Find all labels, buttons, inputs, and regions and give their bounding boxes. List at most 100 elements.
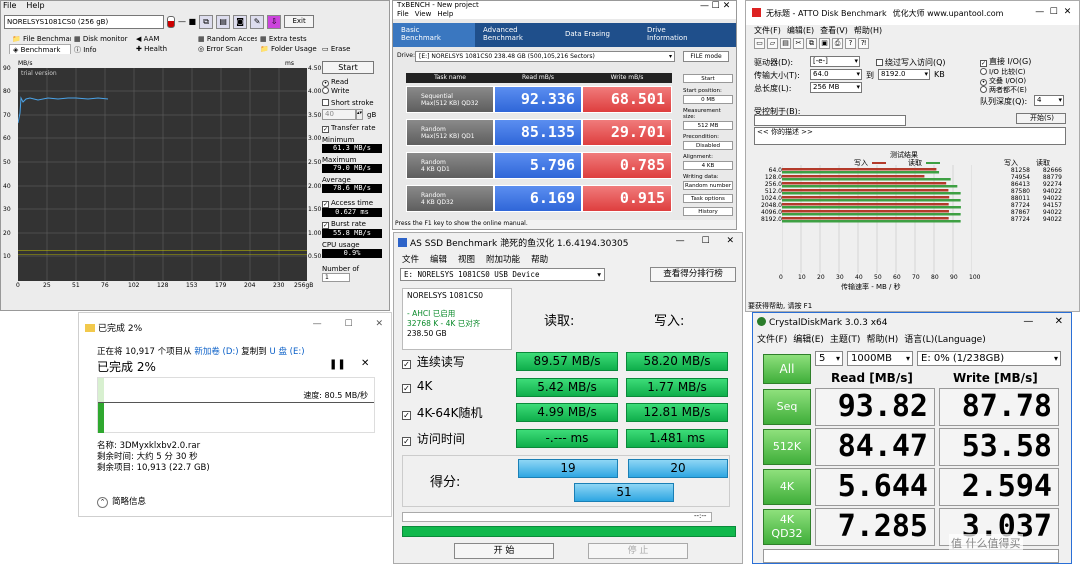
maximize-button[interactable]: ☐ [702,236,710,246]
transfer-to-select[interactable]: 8192.0 ▾ [878,69,930,80]
minimize-button[interactable]: — [676,236,685,246]
menu-theme[interactable]: 主题(T) [830,332,861,345]
help-icon[interactable]: ? [845,37,856,49]
maximize-button[interactable]: ☐ [1048,7,1059,18]
bypass-checkbox[interactable]: 绕过写入访问(Q) [876,57,946,68]
menu-edit[interactable]: 编辑 [430,253,447,265]
queue-depth-select[interactable]: 4 ▾ [1034,95,1064,106]
alignment-field[interactable]: 4 KB [683,161,733,170]
menu-file[interactable]: File [397,10,409,19]
read-radio[interactable]: • Read [322,78,382,87]
menu-view[interactable]: 查看(V) [820,25,848,36]
tab-drive-information[interactable]: Drive Information [639,23,721,47]
transfer-from-select[interactable]: 64.0 ▾ [810,69,862,80]
tab-file-benchmark[interactable]: 📁 File Benchmark [9,34,71,44]
save-icon[interactable]: ▤ [780,37,791,49]
access-time-checkbox[interactable]: ✓ Access time [322,199,382,208]
tab-basic-benchmark[interactable]: Basic Benchmark [393,23,475,47]
tab-aam[interactable]: ◀ AAM [133,34,195,44]
whats-this-icon[interactable]: ⁈ [858,37,869,49]
menu-edit[interactable]: 编辑(E) [793,332,824,345]
start-position-field[interactable]: 0 MB [683,95,733,104]
number-of-input[interactable]: 1 [322,273,350,282]
cancel-copy-button[interactable]: ✕ [361,358,369,369]
count-select[interactable]: 5 ▾ [815,351,843,366]
menu-file[interactable]: 文件(F) [754,25,781,36]
precondition-field[interactable]: Disabled [683,141,733,150]
total-length-select[interactable]: 256 MB ▾ [810,82,862,93]
close-button[interactable]: ✕ [375,319,383,329]
description-field[interactable]: << 你的描述 >> [754,127,1066,145]
menu-view[interactable]: View [415,10,432,19]
print-icon[interactable]: ⎙ [832,37,843,49]
close-button[interactable]: ✕ [1055,316,1063,327]
source-link[interactable]: 新加卷 (D:) [194,347,238,357]
minimize-button[interactable]: — [1034,7,1045,18]
menu-help[interactable]: 帮助 [531,253,548,265]
options-icon[interactable]: ✎ [250,14,265,29]
drive-select[interactable]: E: NORELSYS 1081CS0 USB Device ▾ [400,268,605,281]
task-name[interactable]: Random 4 KB QD1 [406,152,494,179]
pause-button[interactable]: ❚❚ [329,359,346,370]
copy-icon[interactable]: ⧉ [199,14,214,29]
start-button[interactable]: Start [322,61,374,74]
menu-help[interactable]: 帮助(H) [854,25,882,36]
tab-info[interactable]: ⓘ Info [71,44,133,55]
file-mode-button[interactable]: FILE mode [683,51,729,62]
menu-file[interactable]: File [3,1,16,12]
maximize-button[interactable]: ☐ [345,319,353,329]
menu-edit[interactable]: 编辑(E) [787,25,814,36]
menu-language[interactable]: 语言(L)(Language) [904,332,985,345]
4k64-checkbox[interactable]: ✓ 4K-64K随机 [402,404,483,421]
stroke-input[interactable]: 40 [322,109,356,120]
tab-erase[interactable]: ▭ Erase [319,44,381,55]
tab-folder-usage[interactable]: 📁 Folder Usage [257,44,319,55]
short-stroke-checkbox[interactable]: Short stroke [322,99,382,107]
tab-random-access[interactable]: ▦ Random Access [195,34,257,44]
stop-button[interactable]: 停 止 [588,543,688,559]
camera-icon[interactable]: ◙ [233,14,248,29]
menu-view[interactable]: 视图 [458,253,475,265]
drive-select[interactable]: [E:] NORELSYS 1081CS0 238.48 GB (500,105… [415,51,675,62]
writing-data-field[interactable]: Random number [683,181,733,190]
task-name[interactable]: Random Max(512 KB) QD1 [406,119,494,146]
tab-health[interactable]: ✚ Health [133,44,195,55]
neither-radio[interactable]: 两者都不(E) [980,85,1027,95]
write-radio[interactable]: Write [322,87,382,95]
minimize-button[interactable]: — [699,1,710,12]
512k-button[interactable]: 512K [763,429,811,465]
4k-button[interactable]: 4K [763,469,811,505]
tab-advanced-benchmark[interactable]: Advanced Benchmark [475,23,557,47]
start-button[interactable]: 开 始 [454,543,554,559]
drive-select[interactable]: E: 0% (1/238GB) ▾ [917,351,1061,366]
burst-rate-checkbox[interactable]: ✓ Burst rate [322,220,382,229]
access-time-checkbox[interactable]: ✓ 访问时间 [402,430,465,447]
close-button[interactable]: ✕ [721,1,732,12]
new-icon[interactable]: ▭ [754,37,765,49]
tab-data-erasing[interactable]: Data Erasing [557,23,639,47]
measurement-size-field[interactable]: 512 MB [683,121,733,130]
seq-button[interactable]: Seq [763,389,811,425]
controlled-by-field[interactable] [754,115,906,126]
transfer-rate-checkbox[interactable]: ✓ Transfer rate [322,124,382,133]
direct-io-checkbox[interactable]: ✓ 直接 I/O(G) [980,56,1031,67]
task-name[interactable]: Random 4 KB QD32 [406,185,494,212]
destination-link[interactable]: U 盘 (E:) [270,347,305,357]
open-icon[interactable]: ▱ [767,37,778,49]
minimize-button[interactable]: — [313,319,322,329]
close-button[interactable]: ✕ [726,236,734,246]
cut-icon[interactable]: ✂ [793,37,804,49]
task-options-button[interactable]: Task options [683,194,733,203]
menu-help[interactable]: Help [437,10,453,19]
minimize-button[interactable]: — [1023,316,1033,327]
history-button[interactable]: History [683,207,733,216]
4k-qd32-button[interactable]: 4K QD32 [763,509,811,545]
task-name[interactable]: Sequential Max(512 KB) QD32 [406,86,494,113]
seq-checkbox[interactable]: ✓ 连续读写 [402,353,465,370]
less-info-button[interactable]: ⌃ 简略信息 [97,495,146,508]
tab-extra-tests[interactable]: ▦ Extra tests [257,34,319,44]
tab-error-scan[interactable]: ◎ Error Scan [195,44,257,55]
menu-file[interactable]: 文件(F) [757,332,787,345]
start-button[interactable]: 开始(S) [1016,113,1066,124]
tab-benchmark[interactable]: ◈ Benchmark [9,43,71,54]
